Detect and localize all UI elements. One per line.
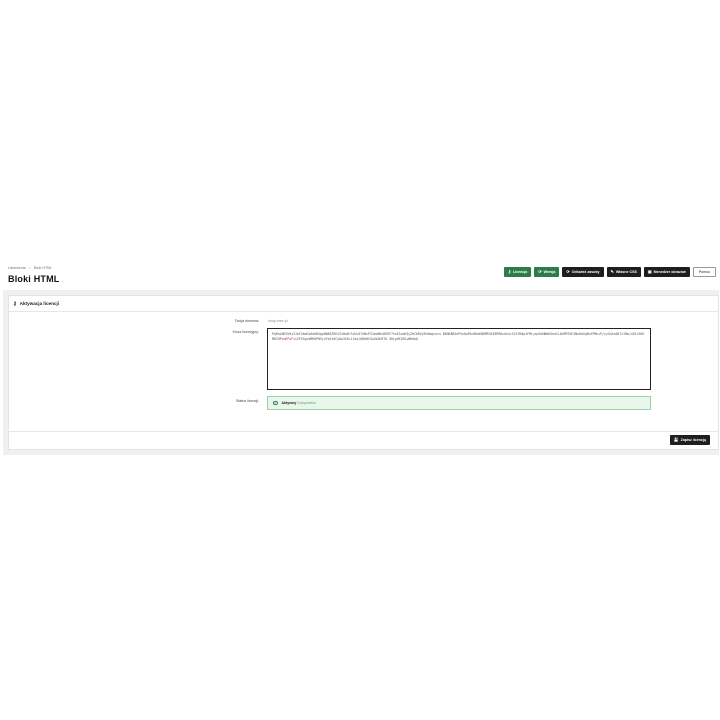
refresh-icon: ⟳ — [566, 269, 570, 274]
help-button-label: Pomoc — [698, 270, 710, 274]
refresh-resources-button-label: Odśwież zasoby — [571, 270, 600, 274]
license-key-text-end: v2FSSgvdBH6PN5jxFqYi0CyOw3X0+11ko/QHbHt5… — [295, 337, 418, 341]
status-badge: ✓ Aktywny Dożywotnio — [267, 396, 651, 410]
custom-css-button[interactable]: ✎ Własne CSS — [606, 267, 641, 277]
save-license-button-label: Zapisz licencję — [680, 438, 706, 442]
page-title: Bloki HTML — [8, 274, 60, 284]
breadcrumb-separator: > — [28, 266, 31, 270]
license-card: ⚷ Aktywacja licencji Twoja domena: shop.… — [8, 295, 719, 450]
license-button-label: Licencja — [512, 270, 528, 274]
domain-value: shop.mee.pl — [268, 319, 288, 323]
key-icon: ⚷ — [13, 300, 17, 307]
edit-icon: ✎ — [610, 269, 614, 274]
refresh-resources-button[interactable]: ⟳ Odśwież zasoby — [562, 267, 604, 277]
status-label: Status licencji: — [236, 399, 259, 403]
license-key-textarea[interactable]: PqRhxNE2b9y3JwF4kmGs6aKN4gpDW8ATRH1ZsHa8… — [267, 328, 651, 390]
breadcrumb-item-current: Bloki HTML — [33, 266, 53, 270]
breadcrumb: Ustawienia > Bloki HTML — [8, 266, 52, 270]
domain-label: Twoja domena: — [234, 319, 259, 323]
refresh-icon: ⟳ — [538, 269, 542, 274]
card-header: ⚷ Aktywacja licencji — [9, 296, 718, 312]
help-button[interactable]: Pomoc — [692, 267, 716, 277]
custom-css-button-label: Własne CSS — [615, 270, 637, 274]
breadcrumb-item-settings[interactable]: Ustawienia — [8, 266, 26, 270]
license-button[interactable]: ⚷ Licencja — [503, 267, 532, 277]
image-manager-button[interactable]: ▣ Menedżer obrazów — [643, 267, 690, 277]
license-key-label: Klucz licencyjny: — [232, 330, 259, 334]
version-button[interactable]: ⟳ Wersja — [534, 267, 560, 277]
version-button-label: Wersja — [543, 270, 556, 274]
status-value: Aktywny — [281, 401, 297, 405]
card-footer — [9, 431, 718, 432]
key-icon: ⚷ — [507, 269, 511, 274]
check-circle-icon: ✓ — [273, 400, 278, 406]
license-key-highlight: uRFuFi — [283, 337, 296, 341]
save-icon: 💾 — [673, 437, 679, 442]
status-note: Dożywotnio — [297, 401, 316, 405]
save-license-button[interactable]: 💾 Zapisz licencję — [669, 435, 710, 445]
card-title: Aktywacja licencji — [19, 301, 59, 306]
image-manager-button-label: Menedżer obrazów — [653, 270, 686, 274]
image-icon: ▣ — [647, 269, 652, 274]
toolbar: ⚷ Licencja ⟳ Wersja ⟳ Odśwież zasoby ✎ W… — [503, 267, 716, 277]
